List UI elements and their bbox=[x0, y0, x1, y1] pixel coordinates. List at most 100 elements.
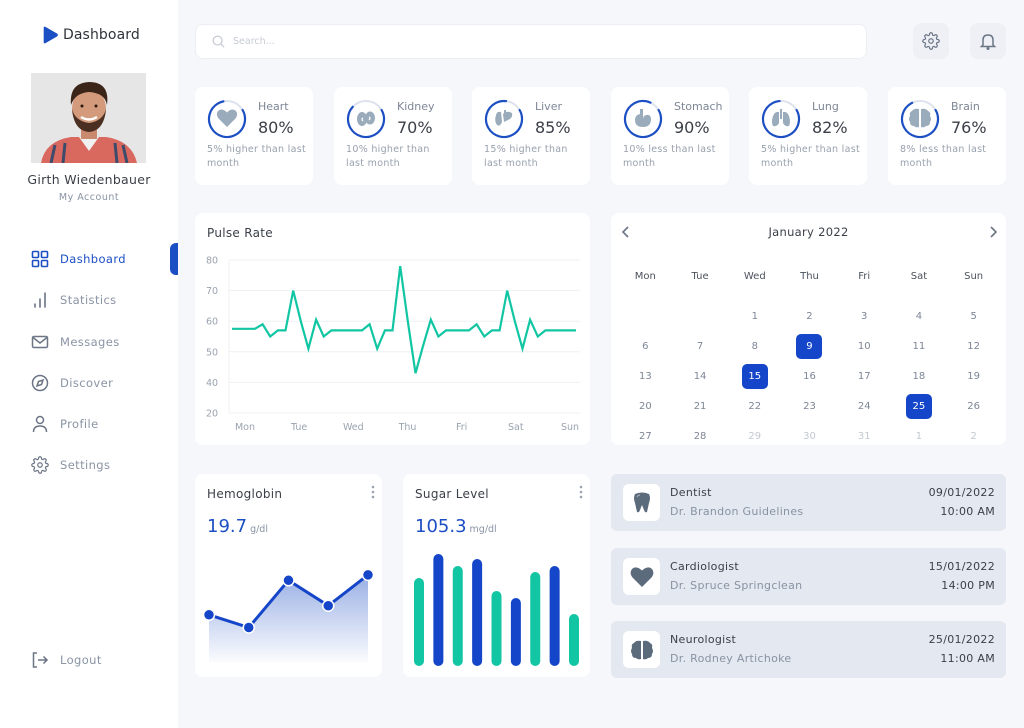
calendar-grid: Mon Tue Wed Thu Fri Sat Sun 1 2 3 4 5 6 7 8 9 10 11 12 13 14… bbox=[618, 271, 1001, 451]
hemoglobin-chart bbox=[202, 568, 375, 662]
sugar-bar[interactable] bbox=[414, 578, 424, 666]
calendar-day[interactable]: 27 bbox=[618, 421, 673, 451]
appointment-date: 09/01/2022 bbox=[928, 486, 995, 499]
calendar-day[interactable]: 3 bbox=[837, 301, 892, 331]
sidebar-nav: Dashboard Statistics Messages Discover P… bbox=[30, 247, 126, 495]
compass-icon bbox=[30, 373, 50, 393]
my-account-link[interactable]: My Account bbox=[0, 192, 178, 203]
sugar-bar[interactable] bbox=[452, 566, 463, 666]
calendar-day-number: 1 bbox=[915, 430, 923, 442]
hemoglobin-point[interactable] bbox=[202, 608, 216, 622]
search-bar[interactable] bbox=[195, 24, 867, 59]
calendar-day-marked[interactable]: 9 bbox=[782, 331, 837, 361]
calendar-day[interactable]: 21 bbox=[673, 391, 728, 421]
sugar-bar[interactable] bbox=[510, 598, 521, 666]
calendar-next-button[interactable] bbox=[985, 225, 1001, 241]
sugar-bar[interactable] bbox=[549, 566, 560, 666]
calendar-day-marked[interactable]: 25 bbox=[892, 391, 947, 421]
calendar-day[interactable]: 2 bbox=[946, 421, 1001, 451]
calendar-day[interactable]: 30 bbox=[782, 421, 837, 451]
pulse-line bbox=[232, 265, 576, 374]
calendar-day[interactable]: 13 bbox=[618, 361, 673, 391]
calendar-day-number: 9 bbox=[796, 333, 823, 359]
heart-icon bbox=[630, 566, 653, 587]
calendar-day[interactable]: 7 bbox=[673, 331, 728, 361]
sidebar-item-profile[interactable]: Profile bbox=[30, 412, 126, 436]
sidebar-item-statistics[interactable]: Statistics bbox=[30, 288, 126, 312]
pulse-rate-chart: 20 40 50 60 70 80 Mon Tue Wed Thu Fri Sat Sun bbox=[206, 256, 580, 433]
organ-card-lung[interactable]: Lung 82% 5% higher than last month bbox=[749, 87, 867, 185]
calendar-day[interactable]: 29 bbox=[727, 421, 782, 451]
calendar-day[interactable]: 1 bbox=[727, 301, 782, 331]
gear-icon bbox=[30, 455, 50, 475]
hemoglobin-point[interactable] bbox=[361, 568, 375, 582]
appointment-item[interactable]: Neurologist Dr. Rodney Artichoke 25/01/2… bbox=[611, 621, 1006, 678]
calendar-day[interactable]: 22 bbox=[727, 391, 782, 421]
tooth-icon bbox=[633, 492, 650, 512]
sugar-bar[interactable] bbox=[569, 614, 579, 666]
settings-button[interactable] bbox=[913, 23, 949, 59]
organ-card-kidney[interactable]: Kidney 70% 10% higher than last month bbox=[334, 87, 452, 185]
calendar-day[interactable]: 31 bbox=[837, 421, 892, 451]
calendar-day[interactable]: 8 bbox=[727, 331, 782, 361]
calendar-day[interactable]: 19 bbox=[946, 361, 1001, 391]
calendar-day[interactable]: 6 bbox=[618, 331, 673, 361]
sugar-bar[interactable] bbox=[433, 554, 444, 666]
sidebar-item-settings[interactable]: Settings bbox=[30, 453, 126, 477]
calendar-day[interactable]: 10 bbox=[837, 331, 892, 361]
calendar-day[interactable]: 18 bbox=[892, 361, 947, 391]
calendar-day[interactable]: 17 bbox=[837, 361, 892, 391]
calendar-panel: January 2022 Mon Tue Wed Thu Fri Sat Sun 1 2 3 4 5 6… bbox=[611, 213, 1006, 445]
appointment-icon-box bbox=[623, 484, 660, 521]
calendar-day[interactable]: 5 bbox=[946, 301, 1001, 331]
organ-card-liver[interactable]: Liver 85% 15% higher than last month bbox=[472, 87, 590, 185]
y-tick-label: 60 bbox=[206, 317, 218, 328]
calendar-day[interactable]: 4 bbox=[892, 301, 947, 331]
sugar-bar[interactable] bbox=[530, 572, 541, 666]
organ-note: 5% higher than last month bbox=[761, 144, 861, 169]
organ-card-brain[interactable]: Brain 76% 8% less than last month bbox=[888, 87, 1006, 185]
sugar-bar[interactable] bbox=[491, 591, 502, 666]
calendar-weekday: Tue bbox=[691, 271, 709, 282]
appointment-item[interactable]: Cardiologist Dr. Spruce Springclean 15/0… bbox=[611, 548, 1006, 605]
hemoglobin-point[interactable] bbox=[242, 621, 255, 634]
sidebar-item-messages[interactable]: Messages bbox=[30, 330, 126, 354]
calendar-day-number: 13 bbox=[638, 370, 652, 382]
appointment-time: 14:00 PM bbox=[941, 579, 995, 592]
brand[interactable]: Dashboard bbox=[41, 26, 140, 44]
calendar-day-marked[interactable]: 15 bbox=[727, 361, 782, 391]
calendar-day[interactable]: 23 bbox=[782, 391, 837, 421]
calendar-day[interactable]: 1 bbox=[892, 421, 947, 451]
notifications-button[interactable] bbox=[970, 23, 1006, 59]
logout-button[interactable]: Logout bbox=[30, 650, 102, 670]
sidebar-item-label: Statistics bbox=[60, 293, 117, 308]
search-input[interactable] bbox=[233, 36, 833, 47]
sidebar-item-dashboard[interactable]: Dashboard bbox=[30, 247, 126, 271]
calendar-day[interactable]: 12 bbox=[946, 331, 1001, 361]
hemoglobin-point[interactable] bbox=[282, 574, 295, 587]
calendar-day[interactable]: 28 bbox=[673, 421, 728, 451]
calendar-weekday: Thu bbox=[800, 271, 819, 282]
hemoglobin-point[interactable] bbox=[322, 599, 335, 612]
calendar-day-number: 16 bbox=[803, 370, 816, 382]
calendar-day[interactable]: 11 bbox=[892, 331, 947, 361]
sugar-level-chart bbox=[414, 554, 579, 666]
organ-note: 10% higher than last month bbox=[346, 144, 430, 169]
appointment-title: Dentist bbox=[670, 486, 712, 499]
calendar-day[interactable]: 2 bbox=[782, 301, 837, 331]
calendar-day[interactable]: 26 bbox=[946, 391, 1001, 421]
calendar-day[interactable]: 16 bbox=[782, 361, 837, 391]
organ-progress-ring bbox=[900, 99, 940, 139]
appointment-doctor: Dr. Brandon Guidelines bbox=[670, 505, 804, 518]
avatar[interactable] bbox=[31, 73, 146, 163]
calendar-day[interactable]: 14 bbox=[673, 361, 728, 391]
calendar-day[interactable]: 20 bbox=[618, 391, 673, 421]
sidebar-item-discover[interactable]: Discover bbox=[30, 371, 126, 395]
organ-card-stomach[interactable]: Stomach 90% 10% less than last month bbox=[611, 87, 729, 185]
calendar-weekday: Wed bbox=[743, 271, 766, 282]
calendar-day[interactable]: 24 bbox=[837, 391, 892, 421]
appointment-time: 10:00 AM bbox=[940, 505, 995, 518]
sugar-bar[interactable] bbox=[472, 559, 483, 666]
organ-card-heart[interactable]: Heart 80% 5% higher than last month bbox=[195, 87, 313, 185]
appointment-item[interactable]: Dentist Dr. Brandon Guidelines 09/01/202… bbox=[611, 474, 1006, 531]
